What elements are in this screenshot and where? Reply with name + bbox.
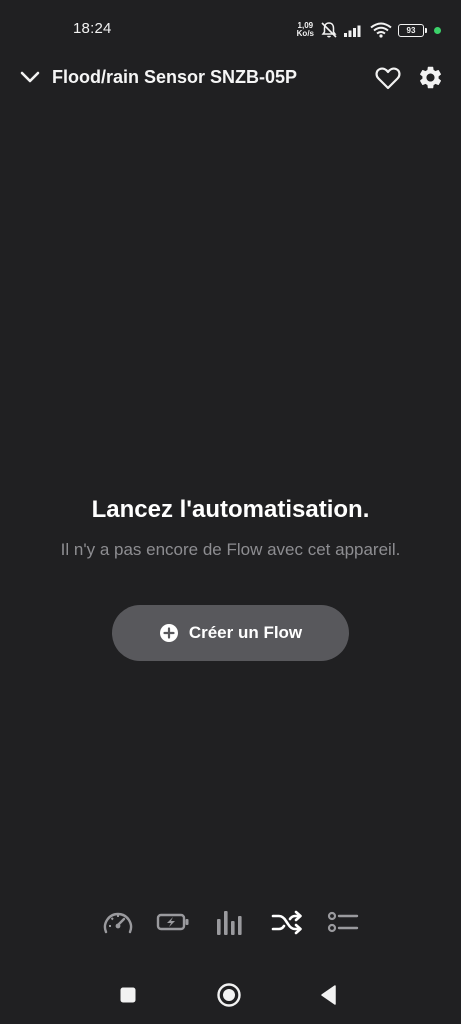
net-speed: 1,09 Ko/s bbox=[297, 22, 314, 38]
create-flow-label: Créer un Flow bbox=[188, 623, 303, 642]
list-icon bbox=[327, 911, 359, 933]
device-title[interactable]: Flood/rain Sensor SNZB-05P bbox=[52, 67, 297, 88]
empty-state-headline: Lancez l'automatisation. bbox=[91, 496, 370, 523]
gear-icon[interactable] bbox=[417, 64, 444, 91]
status-bar: 18:24 1,09 Ko/s 93 bbox=[0, 0, 461, 58]
chevron-down-icon[interactable] bbox=[18, 67, 42, 87]
recents-button[interactable] bbox=[113, 980, 143, 1010]
bar-chart-icon bbox=[217, 911, 242, 935]
tab-insights[interactable] bbox=[210, 902, 250, 942]
plus-circle-icon bbox=[159, 624, 178, 642]
wifi-icon bbox=[370, 22, 392, 38]
status-time: 18:24 bbox=[73, 20, 112, 37]
signal-icon bbox=[344, 25, 361, 37]
tab-settings-list[interactable] bbox=[323, 902, 363, 942]
mute-icon bbox=[321, 22, 337, 38]
system-nav-bar bbox=[0, 972, 461, 1018]
recents-icon bbox=[120, 987, 136, 1003]
battery-icon: 93 bbox=[398, 23, 427, 37]
status-icons: 1,09 Ko/s 93 bbox=[297, 20, 441, 40]
heart-icon[interactable] bbox=[374, 64, 402, 92]
empty-state-subtitle: Il n'y a pas encore de Flow avec cet app… bbox=[60, 540, 401, 559]
create-flow-button[interactable]: Créer un Flow bbox=[112, 605, 349, 661]
device-header: Flood/rain Sensor SNZB-05P bbox=[0, 58, 461, 98]
tab-battery[interactable] bbox=[153, 902, 193, 942]
gauge-icon bbox=[103, 912, 133, 934]
back-button[interactable] bbox=[314, 980, 344, 1010]
home-icon bbox=[217, 983, 241, 1007]
tab-gauge[interactable] bbox=[98, 902, 138, 942]
battery-charging-icon bbox=[156, 913, 189, 931]
battery-level: 93 bbox=[406, 25, 416, 35]
device-tab-bar bbox=[0, 902, 461, 942]
shuffle-icon bbox=[271, 910, 302, 935]
net-speed-unit: Ko/s bbox=[296, 29, 314, 38]
privacy-dot bbox=[434, 26, 441, 34]
empty-state: Lancez l'automatisation. Il n'y a pas en… bbox=[0, 496, 461, 560]
home-button[interactable] bbox=[214, 980, 244, 1010]
tab-flows[interactable] bbox=[267, 902, 307, 942]
back-icon bbox=[321, 985, 336, 1005]
